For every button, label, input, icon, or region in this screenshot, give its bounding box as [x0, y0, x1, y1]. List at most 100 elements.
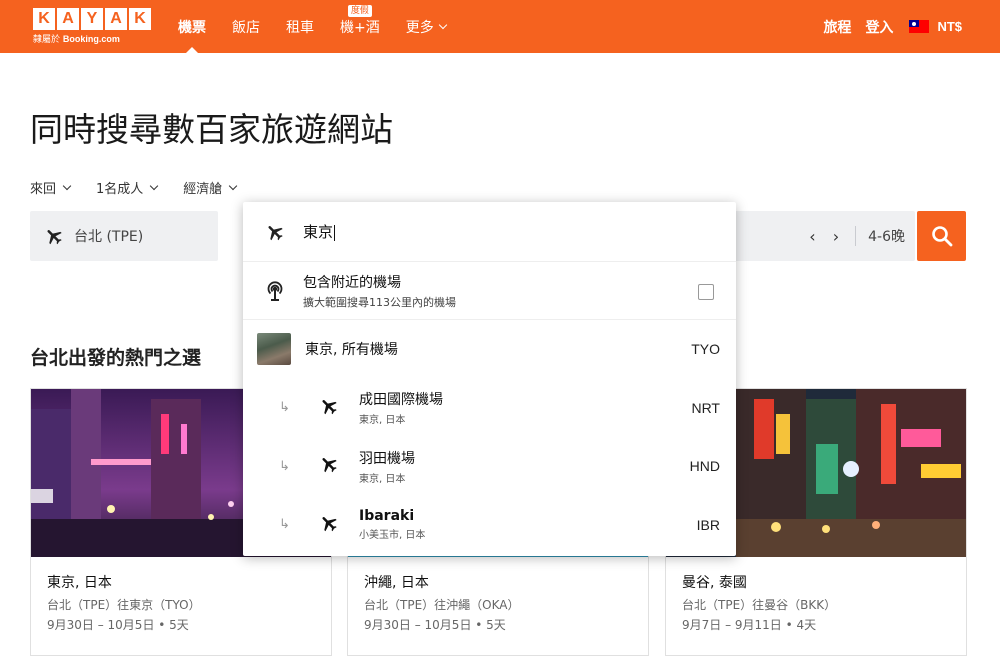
airport-option-ibr[interactable]: ↳ Ibaraki 小美玉市, 日本 IBR [243, 496, 736, 555]
card-title: 曼谷, 泰國 [682, 575, 747, 591]
nav-cars-label: 租車 [286, 19, 314, 36]
search-icon [931, 226, 952, 247]
card-body: 沖繩, 日本 台北（TPE）往沖繩（OKA） 9月30日 – 10月5日 • 5… [348, 557, 648, 633]
nav-hotels[interactable]: 飯店 [232, 0, 260, 53]
nav-more[interactable]: 更多 [405, 0, 447, 53]
airport-name: 羽田機場 [359, 450, 415, 467]
logo-letter: A [57, 8, 79, 30]
logo-letter: A [105, 8, 127, 30]
airport-code: IBR [696, 516, 720, 533]
header-right: 旅程 登入 NT$ [809, 0, 962, 53]
chevron-down-icon [150, 181, 159, 191]
trip-type-select[interactable]: 來回 [30, 178, 72, 197]
logo-tagline: 隸屬於 Booking.com [33, 32, 151, 45]
nav-hotels-label: 飯店 [232, 19, 260, 36]
date-arrows-icon[interactable]: ‹ › [809, 227, 845, 246]
logo-letter: K [33, 8, 55, 30]
airport-name: 成田國際機場 [359, 392, 443, 409]
plane-icon [47, 230, 62, 245]
nav-packages-badge: 度假 [347, 5, 372, 17]
all-airports-option[interactable]: 東京, 所有機場 TYO [243, 320, 736, 379]
popular-section-title: 台北出發的熱門之選 [30, 347, 202, 369]
nearby-airports-option[interactable]: 包含附近的機場 擴大範圍搜尋113公里內的機場 [243, 262, 736, 320]
airport-location: 東京, 日本 [359, 415, 406, 427]
nearby-title: 包含附近的機場 [303, 274, 401, 291]
destination-text: 東京 [303, 223, 334, 241]
text-caret [334, 224, 336, 241]
plane-icon [322, 516, 337, 531]
origin-field[interactable]: 台北 (TPE) [30, 211, 218, 261]
logo-letter: K [129, 8, 151, 30]
card-dates: 9月30日 – 10月5日 • 5天 [47, 618, 189, 632]
card-body: 東京, 日本 台北（TPE）往東京（TYO） 9月30日 – 10月5日 • 5… [31, 557, 331, 633]
plane-icon [268, 225, 283, 240]
currency-selector[interactable]: NT$ [937, 19, 962, 34]
airport-option-hnd[interactable]: ↳ 羽田機場 東京, 日本 HND [243, 437, 736, 496]
nearby-subtitle: 擴大範圍搜尋113公里內的機場 [303, 295, 456, 309]
date-field[interactable]: ‹ › 4-6晚 [730, 211, 915, 261]
nav-flights[interactable]: 機票 [178, 0, 206, 53]
destination-dropdown: 東京 包含附近的機場 擴大範圍搜尋113公里內的機場 東京, 所有機場 TYO … [243, 202, 736, 556]
chevron-down-icon [438, 20, 447, 30]
logo-tagline-brand: Booking.com [62, 34, 120, 44]
sub-item-arrow-icon: ↳ [279, 458, 290, 474]
login-link[interactable]: 登入 [865, 17, 893, 37]
trip-type-label: 來回 [30, 182, 57, 197]
nearby-texts: 包含附近的機場 擴大範圍搜尋113公里內的機場 [303, 272, 456, 310]
airport-texts: 羽田機場 東京, 日本 [359, 448, 415, 485]
nav-packages[interactable]: 度假 機+酒 [340, 0, 380, 53]
card-route: 台北（TPE）往沖繩（OKA） [364, 598, 520, 612]
logo-letter: Y [81, 8, 103, 30]
cabin-select[interactable]: 經濟艙 [183, 178, 238, 197]
nights-value[interactable]: 4-6晚 [868, 226, 905, 246]
card-title: 沖繩, 日本 [364, 575, 429, 591]
airport-name: Ibaraki [359, 508, 415, 525]
plane-icon [322, 458, 337, 473]
airport-code: NRT [691, 399, 720, 416]
card-title: 東京, 日本 [47, 575, 112, 591]
nav-packages-label: 機+酒 [340, 19, 380, 36]
kayak-logo[interactable]: K A Y A K 隸屬於 Booking.com [33, 8, 151, 45]
airport-location: 東京, 日本 [359, 473, 406, 485]
airport-option-nrt[interactable]: ↳ 成田國際機場 東京, 日本 NRT [243, 379, 736, 438]
passengers-label: 1名成人 [96, 182, 144, 197]
divider [855, 226, 857, 246]
trips-link[interactable]: 旅程 [823, 17, 851, 37]
nav-flights-label: 機票 [178, 19, 206, 36]
city-thumbnail [257, 333, 291, 366]
sub-item-arrow-icon: ↳ [279, 517, 290, 533]
airport-location: 小美玉市, 日本 [359, 530, 426, 542]
card-route: 台北（TPE）往曼谷（BKK） [682, 598, 837, 612]
destination-input-value[interactable]: 東京 [303, 221, 336, 242]
card-dates: 9月30日 – 10月5日 • 5天 [364, 618, 506, 632]
page-title: 同時搜尋數百家旅遊網站 [30, 110, 393, 149]
card-route: 台北（TPE）往東京（TYO） [47, 598, 201, 612]
airport-code: HND [689, 458, 720, 475]
top-header: K A Y A K 隸屬於 Booking.com 機票 飯店 租車 度假 機+… [0, 0, 1000, 53]
search-options: 來回 1名成人 經濟艙 [30, 178, 262, 197]
all-airports-name: 東京, 所有機場 [305, 342, 398, 359]
origin-value: 台北 (TPE) [74, 229, 144, 245]
cabin-label: 經濟艙 [183, 182, 223, 197]
radar-icon [267, 280, 283, 301]
nearby-checkbox[interactable] [698, 284, 714, 300]
passengers-select[interactable]: 1名成人 [96, 178, 159, 197]
nav-more-label: 更多 [405, 19, 434, 36]
plane-icon-wrap [319, 454, 339, 478]
plane-icon-wrap [319, 396, 339, 420]
plane-icon-wrap [319, 513, 339, 537]
chevron-down-icon [62, 181, 72, 191]
chevron-down-icon [229, 181, 238, 191]
plane-icon [322, 399, 337, 414]
airport-texts: 成田國際機場 東京, 日本 [359, 389, 443, 426]
card-body: 曼谷, 泰國 台北（TPE）往曼谷（BKK） 9月7日 – 9月11日 • 4天 [666, 557, 966, 633]
nav-cars[interactable]: 租車 [286, 0, 314, 53]
search-button[interactable] [917, 211, 966, 261]
airport-texts: Ibaraki 小美玉市, 日本 [359, 508, 425, 541]
airport-code: TYO [691, 341, 720, 358]
taiwan-flag-icon[interactable] [909, 20, 930, 33]
logo-tiles: K A Y A K [33, 8, 151, 30]
destination-input[interactable]: 東京 [243, 202, 736, 262]
logo-tagline-prefix: 隸屬於 [33, 35, 61, 45]
main-nav: 機票 飯店 租車 度假 機+酒 更多 [178, 0, 472, 53]
